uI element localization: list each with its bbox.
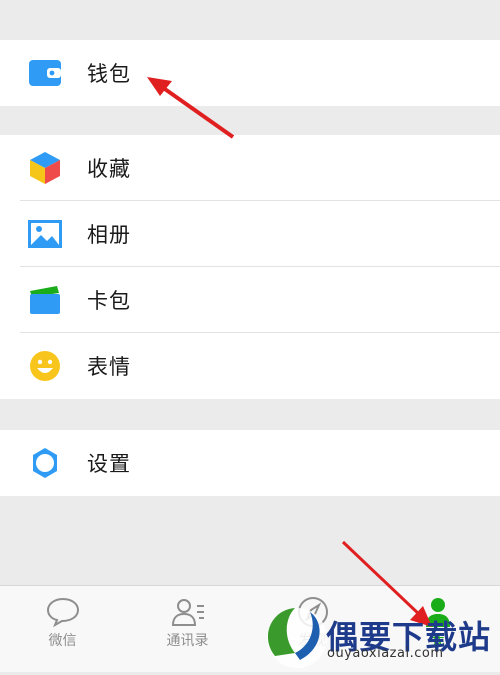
watermark-logo: [255, 598, 335, 671]
menu-item-label: 收藏: [87, 157, 131, 181]
menu-item-album[interactable]: 相册: [0, 201, 500, 267]
chat-bubble-icon: [45, 596, 81, 628]
gear-icon: [28, 446, 62, 480]
features-section: 收藏 相册 卡包 表情: [0, 135, 500, 399]
watermark-url: ouyaoxiazai.com: [327, 646, 444, 661]
wallet-section: 钱包: [0, 40, 500, 106]
wallet-icon: [28, 56, 62, 90]
menu-item-label: 相册: [87, 223, 131, 247]
menu-item-settings[interactable]: 设置: [0, 430, 500, 496]
tab-contacts[interactable]: 通讯录: [125, 586, 250, 672]
menu-item-label: 表情: [87, 355, 131, 379]
smiley-icon: [28, 349, 62, 383]
picture-icon: [28, 217, 62, 251]
menu-item-label: 钱包: [87, 62, 131, 86]
tab-chats[interactable]: 微信: [0, 586, 125, 672]
tab-label: 通讯录: [166, 633, 209, 649]
contacts-icon: [170, 596, 206, 628]
card-icon: [28, 283, 62, 317]
menu-item-card-pack[interactable]: 卡包: [0, 267, 500, 333]
menu-item-label: 设置: [87, 452, 131, 476]
cube-icon: [28, 151, 62, 185]
menu-item-stickers[interactable]: 表情: [0, 333, 500, 399]
menu-item-favorites[interactable]: 收藏: [0, 135, 500, 201]
tab-label: 微信: [48, 633, 77, 649]
menu-item-label: 卡包: [87, 289, 131, 313]
menu-item-wallet[interactable]: 钱包: [0, 40, 500, 106]
settings-section: 设置: [0, 430, 500, 496]
